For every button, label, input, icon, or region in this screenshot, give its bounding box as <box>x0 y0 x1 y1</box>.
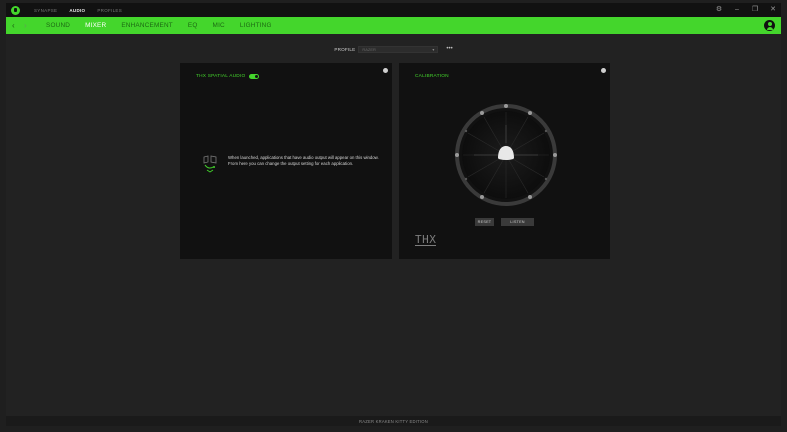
chevron-down-icon: ▾ <box>432 46 435 52</box>
mixer-message-text: When launched, applications that have au… <box>228 155 379 166</box>
profile-label: PROFILE <box>334 46 356 52</box>
tab-eq[interactable]: EQ <box>188 22 198 29</box>
mixer-panel: THX SPATIAL AUDIO When launched, applica… <box>180 63 392 259</box>
window-controls: ⚙ – ❐ ✕ <box>715 3 777 17</box>
top-tab-profiles[interactable]: PROFILES <box>97 8 122 13</box>
calibration-info-icon[interactable] <box>601 68 606 73</box>
speaker-node-rear-right <box>528 195 532 199</box>
razer-logo-icon[interactable] <box>11 5 20 15</box>
speaker-node-left <box>455 153 459 157</box>
thx-spatial-audio-label: THX SPATIAL AUDIO <box>196 74 246 79</box>
speaker-node-rear-left <box>480 195 484 199</box>
title-bar: SYNAPSE AUDIO PROFILES ⚙ – ❐ ✕ <box>6 3 781 17</box>
tab-mic[interactable]: MIC <box>213 22 225 29</box>
minimize-icon[interactable]: – <box>733 3 741 17</box>
status-bar: RAZER KRAKEN KITTY EDITION <box>6 416 781 426</box>
maximize-icon[interactable]: ❐ <box>751 3 759 17</box>
forward-arrow-icon[interactable]: › <box>24 21 32 30</box>
thx-spatial-audio-toggle[interactable] <box>249 74 260 79</box>
close-icon[interactable]: ✕ <box>769 3 777 17</box>
speaker-node-side-ul <box>464 129 468 133</box>
speaker-node-front-left <box>480 111 484 115</box>
top-tab-synapse[interactable]: SYNAPSE <box>34 8 57 13</box>
mixer-panel-title: THX SPATIAL AUDIO <box>196 74 260 79</box>
profile-selected-value: RAZER <box>362 46 376 52</box>
synapse-app: SYNAPSE AUDIO PROFILES ⚙ – ❐ ✕ ‹ › SOUND… <box>6 3 781 426</box>
mixer-empty-message: When launched, applications that have au… <box>202 155 388 173</box>
speaker-node-side-lr <box>544 177 548 181</box>
profile-row: PROFILE RAZER ▾ ••• <box>6 44 781 54</box>
calibration-title: CALIBRATION <box>415 74 449 79</box>
thx-logo: THX <box>415 233 437 246</box>
nav-bar: ‹ › SOUND MIXER ENHANCEMENT EQ MIC LIGHT… <box>6 17 781 34</box>
more-options-button[interactable]: ••• <box>446 46 452 52</box>
speaker-node-front-right <box>528 111 532 115</box>
reset-button[interactable]: RESET <box>475 218 494 226</box>
speaker-node-front <box>504 104 508 108</box>
app-window-icon <box>203 155 217 173</box>
device-name: RAZER KRAKEN KITTY EDITION <box>359 418 428 424</box>
listen-button[interactable]: LISTEN <box>501 218 534 226</box>
back-arrow-icon[interactable]: ‹ <box>12 21 20 30</box>
user-avatar-icon[interactable] <box>764 20 775 31</box>
settings-gear-icon[interactable]: ⚙ <box>715 3 723 17</box>
calibration-panel: CALIBRATION RESET LISTEN THX <box>399 63 610 259</box>
tab-lighting[interactable]: LIGHTING <box>240 22 272 29</box>
top-tab-audio[interactable]: AUDIO <box>69 8 85 13</box>
window-frame: SYNAPSE AUDIO PROFILES ⚙ – ❐ ✕ ‹ › SOUND… <box>0 0 787 432</box>
calibration-buttons: RESET LISTEN <box>399 218 610 226</box>
speaker-node-side-ur <box>544 129 548 133</box>
info-icon[interactable] <box>383 68 388 73</box>
tab-sound[interactable]: SOUND <box>46 22 70 29</box>
tab-mixer[interactable]: MIXER <box>85 22 106 29</box>
speaker-node-right <box>553 153 557 157</box>
calibration-dial[interactable] <box>454 103 558 207</box>
speaker-node-side-ll <box>464 177 468 181</box>
tab-enhancement[interactable]: ENHANCEMENT <box>121 22 173 29</box>
profile-dropdown[interactable]: RAZER ▾ <box>358 45 439 53</box>
